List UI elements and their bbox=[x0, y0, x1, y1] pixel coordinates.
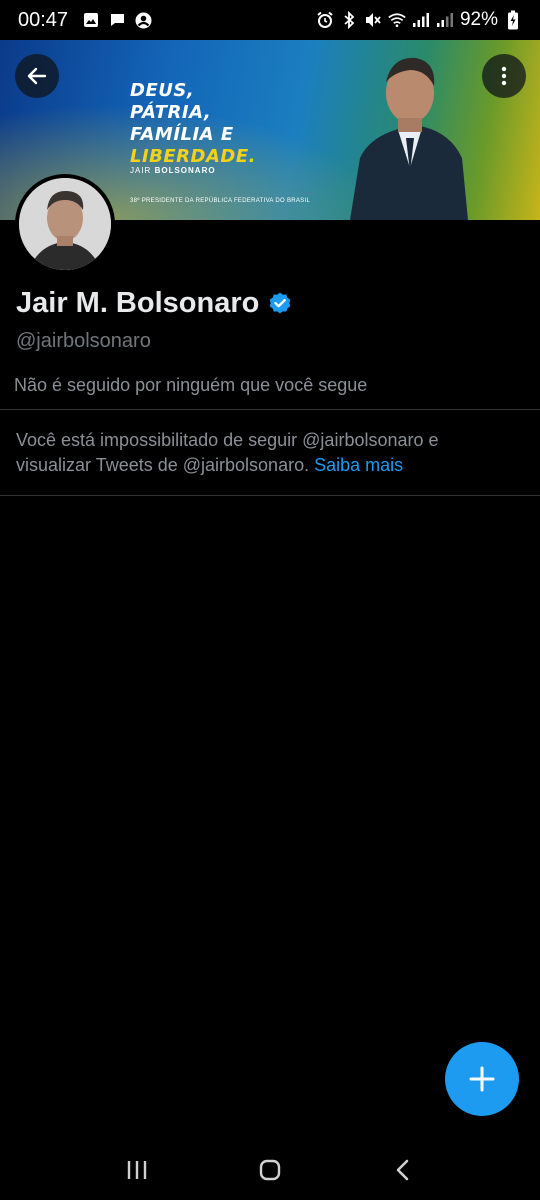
battery-icon bbox=[504, 10, 522, 30]
status-right: 92% bbox=[316, 9, 522, 31]
blocked-notice: Você está impossibilitado de seguir @jai… bbox=[16, 428, 516, 478]
battery-percent: 92% bbox=[459, 9, 498, 30]
mute-icon bbox=[364, 11, 382, 29]
signal-icon bbox=[412, 11, 430, 29]
recents-button[interactable] bbox=[117, 1150, 157, 1190]
divider bbox=[0, 409, 540, 410]
banner-line-1: DEUS, bbox=[130, 80, 195, 101]
banner-name-bold: BOLSONARO bbox=[154, 166, 216, 175]
alarm-icon bbox=[316, 11, 334, 29]
wifi-icon bbox=[388, 11, 406, 29]
more-vertical-icon bbox=[501, 66, 507, 86]
home-icon bbox=[259, 1159, 281, 1181]
back-button[interactable] bbox=[15, 54, 59, 98]
banner-slogan: DEUS, PÁTRIA, FAMÍLIA E LIBERDADE. bbox=[130, 80, 256, 168]
profile-handle: @jairbolsonaro bbox=[16, 330, 151, 352]
status-bar: 00:47 92% bbox=[0, 0, 540, 40]
banner-line-2: PÁTRIA, bbox=[130, 102, 212, 123]
compose-tweet-button[interactable] bbox=[445, 1042, 519, 1116]
verified-badge-icon bbox=[270, 292, 291, 313]
arrow-left-icon bbox=[27, 67, 47, 85]
profile-name-text: Jair M. Bolsonaro bbox=[16, 287, 260, 319]
recents-icon bbox=[127, 1161, 146, 1179]
gallery-icon bbox=[82, 11, 100, 29]
banner-name: JAIR BOLSONARO bbox=[130, 166, 216, 175]
status-left: 00:47 bbox=[18, 9, 152, 32]
banner-portrait bbox=[350, 57, 468, 220]
banner-subtitle: 38º PRESIDENTE DA REPÚBLICA FEDERATIVA D… bbox=[130, 198, 311, 204]
back-icon bbox=[397, 1159, 409, 1181]
banner-line-3: FAMÍLIA E bbox=[130, 124, 234, 145]
account-icon bbox=[134, 11, 152, 29]
profile-name: Jair M. Bolsonaro bbox=[16, 287, 293, 320]
system-back-button[interactable] bbox=[383, 1150, 423, 1190]
signal-icon bbox=[436, 11, 454, 29]
more-options-button[interactable] bbox=[482, 54, 526, 98]
banner-line-4: LIBERDADE. bbox=[130, 146, 256, 167]
learn-more-link[interactable]: Saiba mais bbox=[314, 455, 403, 475]
home-button[interactable] bbox=[250, 1150, 290, 1190]
divider bbox=[0, 495, 540, 496]
message-icon bbox=[108, 11, 126, 29]
followers-you-follow-note: Não é seguido por ninguém que você segue bbox=[14, 375, 368, 395]
avatar[interactable] bbox=[15, 174, 115, 274]
system-nav-bar bbox=[0, 1140, 540, 1200]
bluetooth-icon bbox=[340, 11, 358, 29]
banner-name-prefix: JAIR bbox=[130, 166, 155, 175]
plus-icon bbox=[469, 1066, 495, 1092]
avatar-image bbox=[19, 178, 111, 270]
status-time: 00:47 bbox=[18, 8, 69, 31]
